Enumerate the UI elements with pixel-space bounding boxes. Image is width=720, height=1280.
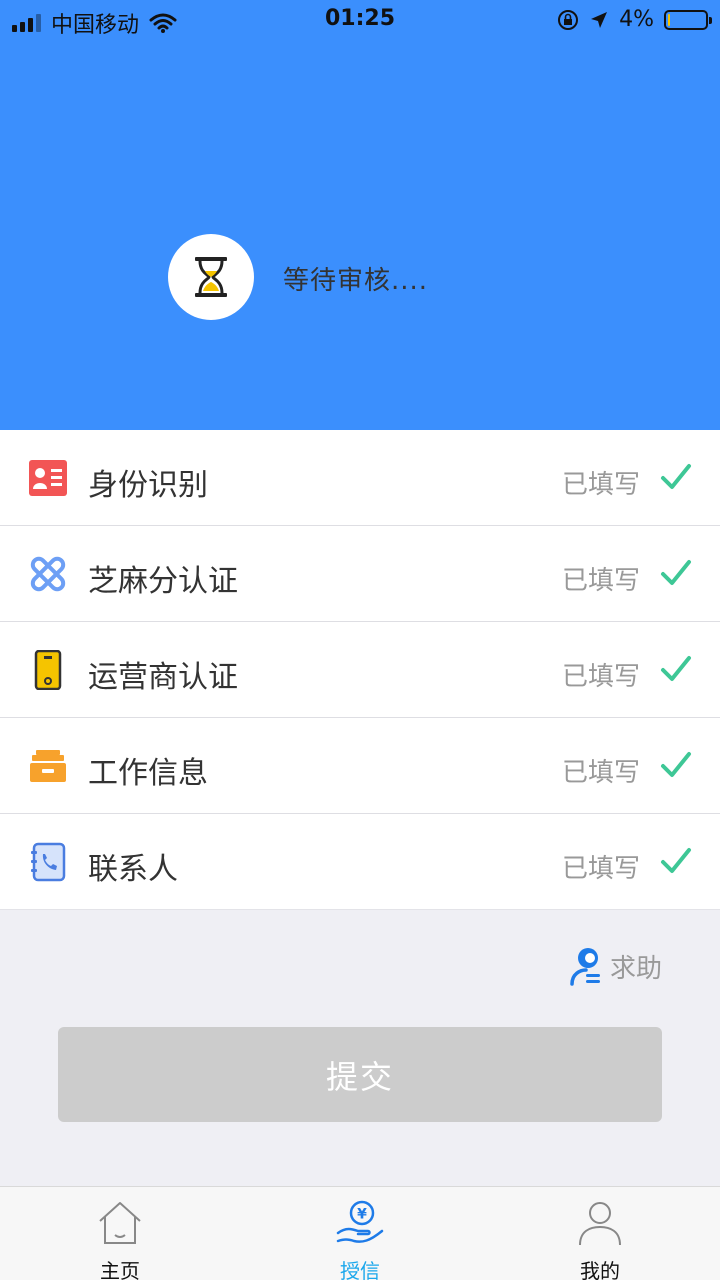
briefcase-icon <box>30 750 66 782</box>
list-item-label: 芝麻分认证 <box>88 564 238 599</box>
credit-icon: ¥ <box>336 1200 384 1243</box>
sesame-icon <box>30 556 66 592</box>
contacts-icon <box>31 842 66 882</box>
list-item-status: 已填写 <box>562 470 641 500</box>
list-item-carrier[interactable]: 运营商认证 已填写 <box>0 622 720 718</box>
battery-icon <box>664 9 712 30</box>
check-icon <box>661 656 691 681</box>
hourglass-icon <box>195 257 227 297</box>
list-item-label: 联系人 <box>88 852 178 887</box>
check-icon <box>661 848 691 873</box>
user-icon <box>579 1202 621 1246</box>
submit-button[interactable]: 提交 <box>58 1027 662 1122</box>
check-icon <box>661 464 691 489</box>
list-item-contacts[interactable]: 联系人 已填写 <box>0 814 720 910</box>
review-status-text: 等待审核.... <box>283 266 429 296</box>
help-label: 求助 <box>610 953 663 984</box>
list-item-status: 已填写 <box>562 566 641 596</box>
header: 中国移动 01:25 4% 等待审核.... <box>0 0 720 430</box>
tab-label: 授信 <box>340 1259 380 1280</box>
list-item-identity[interactable]: 身份识别 已填写 <box>0 430 720 526</box>
list-item-status: 已填写 <box>562 662 641 692</box>
tab-mine[interactable]: 我的 <box>480 1187 720 1280</box>
status-bar: 中国移动 01:25 4% <box>0 0 720 40</box>
check-icon <box>661 560 691 585</box>
battery-percent: 4% <box>619 7 654 32</box>
tab-label: 我的 <box>580 1259 620 1280</box>
tab-home[interactable]: 主页 <box>0 1187 240 1280</box>
verification-list: 身份识别 已填写 芝麻分认证 已填写 运营商认证 已填写 工作信息 已填写 联系… <box>0 430 720 910</box>
tab-label: 主页 <box>100 1259 140 1280</box>
help-link[interactable]: 求助 <box>568 946 662 986</box>
status-right: 4% <box>557 7 712 32</box>
list-item-label: 工作信息 <box>88 756 208 791</box>
tab-credit[interactable]: ¥ 授信 <box>240 1187 480 1280</box>
phone-icon <box>34 650 62 690</box>
list-item-label: 运营商认证 <box>88 660 238 695</box>
list-item-status: 已填写 <box>562 758 641 788</box>
list-item-work[interactable]: 工作信息 已填写 <box>0 718 720 814</box>
screen: 中国移动 01:25 4% 等待审核.... 身份识别 已填写 芝麻分认证 已填… <box>0 0 720 1280</box>
battery-fill <box>668 13 670 26</box>
id-card-icon <box>29 460 67 496</box>
help-icon <box>570 948 600 986</box>
check-icon <box>661 752 691 777</box>
svg-text:¥: ¥ <box>357 1207 367 1223</box>
list-item-sesame[interactable]: 芝麻分认证 已填写 <box>0 526 720 622</box>
tab-bar: 主页 ¥ 授信 我的 <box>0 1186 720 1280</box>
home-icon <box>99 1202 141 1244</box>
list-item-label: 身份识别 <box>88 468 208 503</box>
rotation-lock-icon <box>558 9 579 30</box>
location-icon <box>591 11 608 28</box>
list-item-status: 已填写 <box>562 854 641 884</box>
hourglass-badge <box>168 234 254 320</box>
